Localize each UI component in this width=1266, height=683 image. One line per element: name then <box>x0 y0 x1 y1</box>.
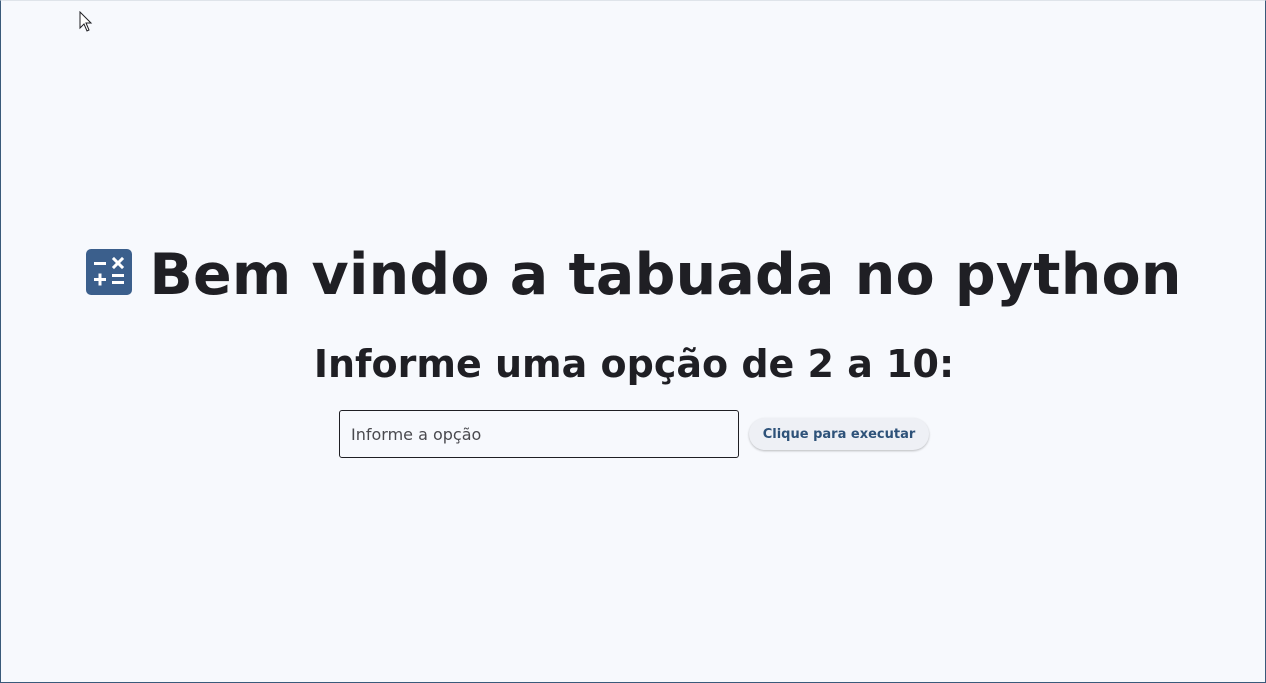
page-header: Bem vindo a tabuada no python <box>1 239 1266 311</box>
mouse-pointer-icon <box>79 11 93 32</box>
app-window: Bem vindo a tabuada no python Informe um… <box>0 0 1266 683</box>
calculator-icon <box>86 249 133 295</box>
execute-button[interactable]: Clique para executar <box>749 418 929 450</box>
option-input[interactable] <box>339 410 739 458</box>
option-form: Clique para executar <box>339 410 929 458</box>
option-prompt: Informe uma opção de 2 a 10: <box>313 342 955 386</box>
page-title: Bem vindo a tabuada no python <box>149 242 1182 308</box>
